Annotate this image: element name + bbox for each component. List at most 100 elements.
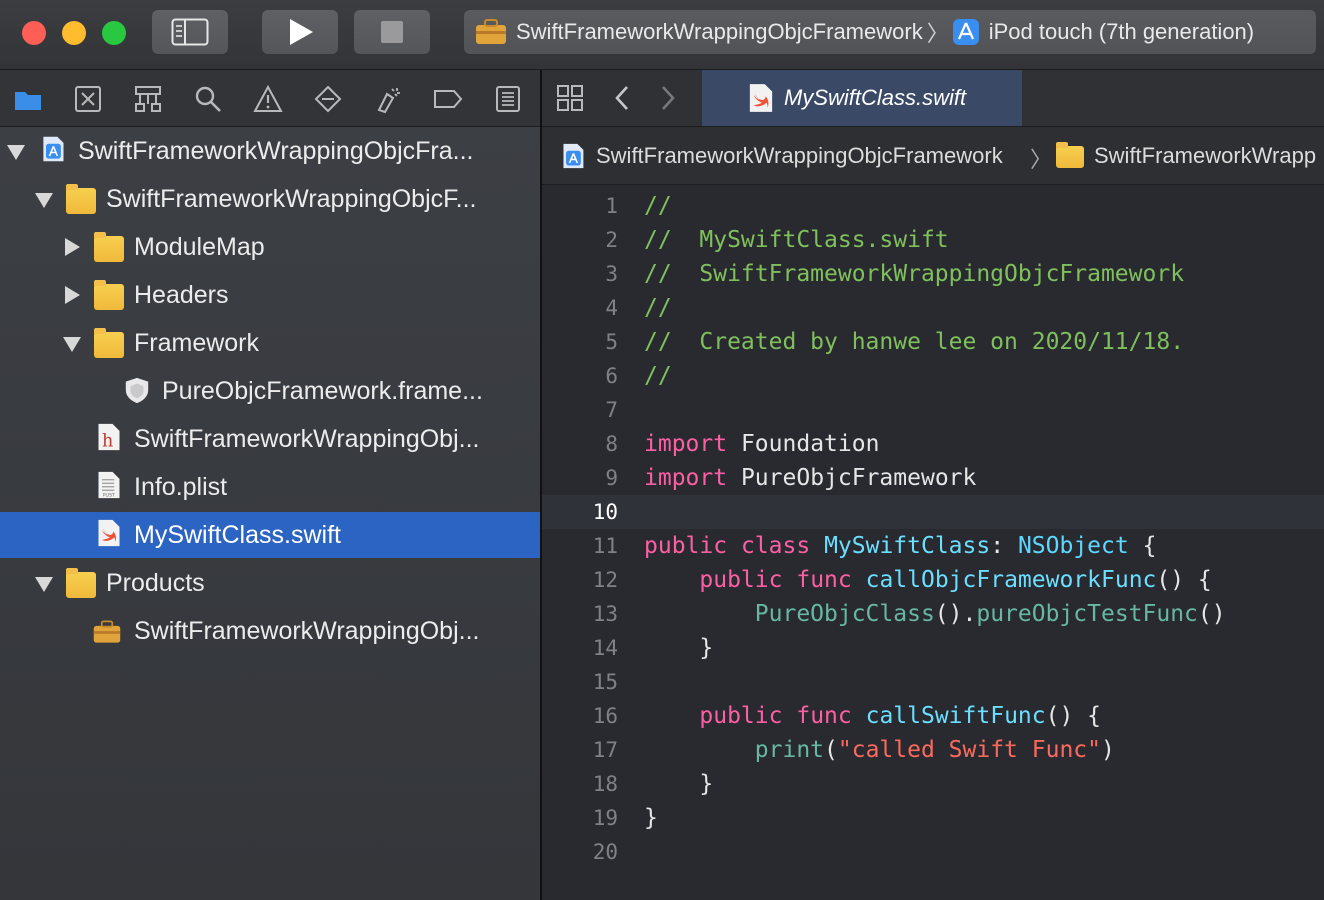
code-text: public class MySwiftClass: NSObject { — [644, 533, 1157, 559]
tree-row-info-plist[interactable]: PLIST Info.plist — [0, 464, 540, 510]
hierarchy-icon[interactable] — [133, 84, 163, 114]
line-number: 14 — [592, 636, 618, 660]
code-line: 6 // — [542, 359, 1324, 393]
tree-row-label: Headers — [134, 281, 229, 309]
minimize-window-button[interactable] — [62, 21, 86, 45]
code-line: 2 // MySwiftClass.swift — [542, 223, 1324, 257]
scheme-selector[interactable]: SwiftFrameworkWrappingObjcFramework 〉 iP… — [464, 10, 1316, 54]
search-icon[interactable] — [193, 84, 223, 114]
code-line: 16 public func callSwiftFunc() { — [542, 699, 1324, 733]
folder-icon[interactable] — [13, 84, 43, 114]
code-text: } — [644, 771, 714, 797]
project-navigator: SwiftFrameworkWrappingObjcFra... SwiftFr… — [0, 127, 540, 900]
report-icon[interactable] — [493, 84, 523, 114]
tree-row-label: Info.plist — [134, 473, 228, 501]
code-line: 12 public func callObjcFrameworkFunc() { — [542, 563, 1324, 597]
code-text: public func callSwiftFunc() { — [699, 703, 1101, 729]
stop-icon — [381, 21, 403, 43]
breakpoint-icon[interactable] — [433, 84, 463, 114]
disclosure-closed-icon[interactable] — [65, 238, 80, 256]
plist-file-icon: PLIST — [98, 471, 120, 498]
jump-bar-separator: 〉 — [1030, 147, 1053, 172]
tree-row-label: Products — [106, 569, 205, 597]
toolbox-icon — [476, 19, 506, 44]
test-icon[interactable] — [313, 84, 343, 114]
code-text: public func callObjcFrameworkFunc() { — [699, 567, 1212, 593]
forward-chevron-icon[interactable] — [658, 84, 678, 112]
code-line: 20 — [542, 835, 1324, 869]
line-number: 7 — [605, 398, 618, 422]
line-number: 2 — [605, 228, 618, 252]
disclosure-open-icon[interactable] — [63, 337, 81, 352]
code-line: 15 — [542, 665, 1324, 699]
jump-bar: SwiftFrameworkWrappingObjcFramework 〉 Sw… — [542, 127, 1324, 185]
code-text: } — [644, 805, 658, 831]
close-window-button[interactable] — [22, 21, 46, 45]
tree-row-product-framework[interactable]: SwiftFrameworkWrappingObj... — [0, 608, 540, 654]
play-icon — [290, 19, 313, 45]
device-icon — [952, 19, 979, 45]
code-line: 17 print("called Swift Func") — [542, 733, 1324, 767]
related-items-icon[interactable] — [556, 84, 584, 112]
code-line-current: 10 — [542, 495, 1324, 529]
header-file-icon: h — [98, 423, 120, 451]
code-text: // Created by hanwe lee on 2020/11/18. — [644, 329, 1185, 355]
tree-row-project[interactable]: SwiftFrameworkWrappingObjcFra... — [0, 128, 540, 174]
navigator-selector-bar — [0, 70, 540, 127]
disclosure-open-icon[interactable] — [35, 577, 53, 592]
debug-icon[interactable] — [373, 84, 403, 114]
tree-row-headers[interactable]: Headers — [0, 272, 540, 318]
code-text: } — [644, 635, 714, 661]
folder-icon — [94, 232, 124, 262]
tree-row-products[interactable]: Products — [0, 560, 540, 606]
project-icon — [563, 143, 584, 169]
line-number: 9 — [605, 466, 618, 490]
line-number: 1 — [605, 194, 618, 218]
code-text: // SwiftFrameworkWrappingObjcFramework — [644, 261, 1185, 287]
svg-text:PLIST: PLIST — [103, 492, 115, 498]
line-number: 12 — [592, 568, 618, 592]
line-number: 8 — [605, 432, 618, 456]
disclosure-open-icon[interactable] — [7, 145, 25, 160]
tree-row-label: SwiftFrameworkWrappingObj... — [134, 617, 480, 645]
line-number: 17 — [592, 738, 618, 762]
line-number: 20 — [592, 840, 618, 864]
source-control-icon[interactable] — [73, 84, 103, 114]
tree-row-label: SwiftFrameworkWrappingObjcFra... — [78, 137, 474, 165]
tab-title: MySwiftClass.swift — [784, 85, 967, 110]
tree-row-modulemap[interactable]: ModuleMap — [0, 224, 540, 270]
disclosure-closed-icon[interactable] — [65, 286, 80, 304]
code-text: // MySwiftClass.swift — [644, 227, 949, 253]
run-button[interactable] — [262, 10, 338, 54]
code-editor[interactable]: 1 // 2 // MySwiftClass.swift 3 // SwiftFram… — [542, 185, 1324, 900]
jump-bar-project[interactable]: SwiftFrameworkWrappingObjcFramework — [596, 143, 1003, 169]
tree-row-label: SwiftFrameworkWrappingObj... — [134, 425, 480, 453]
code-line: 1 // — [542, 189, 1324, 223]
tree-row-framework-folder[interactable]: Framework — [0, 320, 540, 366]
editor-tab-bar: MySwiftClass.swift — [542, 70, 1324, 127]
code-text: // — [644, 193, 672, 219]
tree-row-pureobjc-framework[interactable]: PureObjcFramework.frame... — [0, 368, 540, 414]
warning-icon[interactable] — [253, 84, 283, 114]
folder-icon — [94, 280, 124, 310]
code-text: // — [644, 295, 672, 321]
line-number: 5 — [605, 330, 618, 354]
jump-bar-folder[interactable]: SwiftFrameworkWrapp — [1094, 143, 1316, 169]
disclosure-open-icon[interactable] — [35, 193, 53, 208]
tree-row-header-file[interactable]: h SwiftFrameworkWrappingObj... — [0, 416, 540, 462]
project-icon — [43, 136, 64, 162]
device-name: iPod touch (7th generation) — [988, 19, 1255, 44]
tab-myswiftclass[interactable]: MySwiftClass.swift — [702, 70, 1022, 126]
code-line: 9 import PureObjcFramework — [542, 461, 1324, 495]
tree-row-myswiftclass[interactable]: MySwiftClass.swift — [0, 512, 540, 558]
framework-icon — [125, 377, 149, 404]
zoom-window-button[interactable] — [102, 21, 126, 45]
scheme-separator: 〉 — [926, 21, 949, 46]
toggle-navigator-button[interactable] — [152, 10, 228, 54]
tree-row-label: Framework — [134, 329, 260, 357]
line-number: 4 — [605, 296, 618, 320]
tree-row-label: SwiftFrameworkWrappingObjcF... — [106, 185, 477, 213]
back-chevron-icon[interactable] — [612, 84, 632, 112]
stop-button[interactable] — [354, 10, 430, 54]
tree-row-target-folder[interactable]: SwiftFrameworkWrappingObjcF... — [0, 176, 540, 222]
